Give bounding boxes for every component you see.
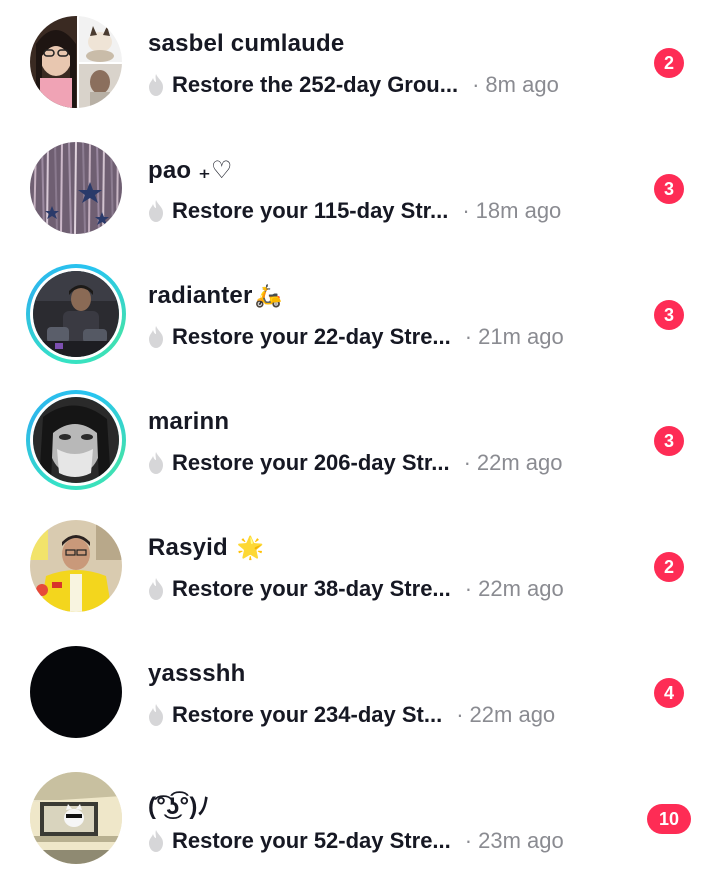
chat-row[interactable]: (͡°͜ʖ͡°)ﾉ Restore your 52-day Stre... · 2…	[0, 756, 720, 882]
message-preview: Restore your 52-day Stre... · 23m ago	[146, 828, 564, 854]
flame-icon	[149, 578, 163, 600]
message-preview: Restore your 22-day Stre... · 21m ago	[146, 324, 564, 350]
flame-icon	[149, 830, 163, 852]
chat-row[interactable]: Rasyid 🌟 Restore your 38-day Stre... · 22…	[0, 504, 720, 630]
avatar[interactable]	[26, 12, 126, 112]
message-text: Restore your 38-day Stre...	[172, 576, 451, 601]
message-preview: Restore your 234-day St... · 22m ago	[146, 702, 555, 728]
message-preview: Restore your 206-day Str... · 22m ago	[146, 450, 563, 476]
unread-badge: 3	[654, 174, 684, 204]
timestamp: · 22m ago	[464, 576, 564, 601]
avatar[interactable]	[26, 516, 126, 616]
chat-row[interactable]: marinn Restore your 206-day Str... · 22m …	[0, 378, 720, 504]
message-text: Restore your 52-day Stre...	[172, 828, 451, 853]
contact-name: sasbel cumlaude	[148, 30, 345, 57]
unread-badge: 3	[654, 300, 684, 330]
message-text: Restore your 206-day Str...	[172, 450, 450, 475]
contact-name: Rasyid 🌟	[148, 534, 265, 561]
avatar[interactable]	[26, 264, 126, 364]
unread-badge: 3	[654, 426, 684, 456]
message-text: Restore your 234-day St...	[172, 702, 443, 727]
chat-row[interactable]: pao ₊♡ Restore your 115-day Str... · 18m …	[0, 126, 720, 252]
unread-badge: 2	[654, 48, 684, 78]
flame-icon	[149, 200, 163, 222]
flame-icon	[149, 74, 163, 96]
star-icon: 🌟	[236, 535, 265, 560]
message-preview: Restore your 38-day Stre... · 22m ago	[146, 576, 564, 602]
contact-name: pao ₊♡	[148, 157, 233, 184]
message-text: Restore your 22-day Stre...	[172, 324, 451, 349]
scooter-icon: 🛵	[254, 283, 283, 308]
flame-icon	[149, 326, 163, 348]
chat-row[interactable]: yassshh Restore your 234-day St... · 22m …	[0, 630, 720, 756]
avatar[interactable]	[26, 390, 126, 490]
flame-icon	[149, 704, 163, 726]
message-text: Restore the 252-day Grou...	[172, 72, 459, 97]
avatar[interactable]	[26, 768, 126, 868]
chat-row[interactable]: sasbel cumlaude Restore the 252-day Grou…	[0, 0, 720, 126]
chat-row[interactable]: radianter🛵 Restore your 22-day Stre... ·…	[0, 252, 720, 378]
timestamp: · 8m ago	[472, 72, 559, 97]
timestamp: · 22m ago	[463, 450, 563, 475]
contact-name: yassshh	[148, 660, 246, 687]
timestamp: · 18m ago	[462, 198, 562, 223]
timestamp: · 21m ago	[464, 324, 564, 349]
flame-icon	[149, 452, 163, 474]
message-preview: Restore the 252-day Grou... · 8m ago	[146, 72, 559, 98]
unread-badge: 10	[647, 804, 691, 834]
message-preview: Restore your 115-day Str... · 18m ago	[146, 198, 561, 224]
unread-badge: 2	[654, 552, 684, 582]
contact-name: radianter🛵	[148, 282, 283, 309]
unread-badge: 4	[654, 678, 684, 708]
message-text: Restore your 115-day Str...	[172, 198, 449, 223]
avatar[interactable]	[26, 642, 126, 742]
timestamp: · 23m ago	[464, 828, 564, 853]
avatar[interactable]	[26, 138, 126, 238]
contact-name: (͡°͜ʖ͡°)ﾉ	[148, 793, 210, 820]
contact-name: marinn	[148, 408, 230, 435]
chat-list: sasbel cumlaude Restore the 252-day Grou…	[0, 0, 720, 882]
timestamp: · 22m ago	[456, 702, 556, 727]
